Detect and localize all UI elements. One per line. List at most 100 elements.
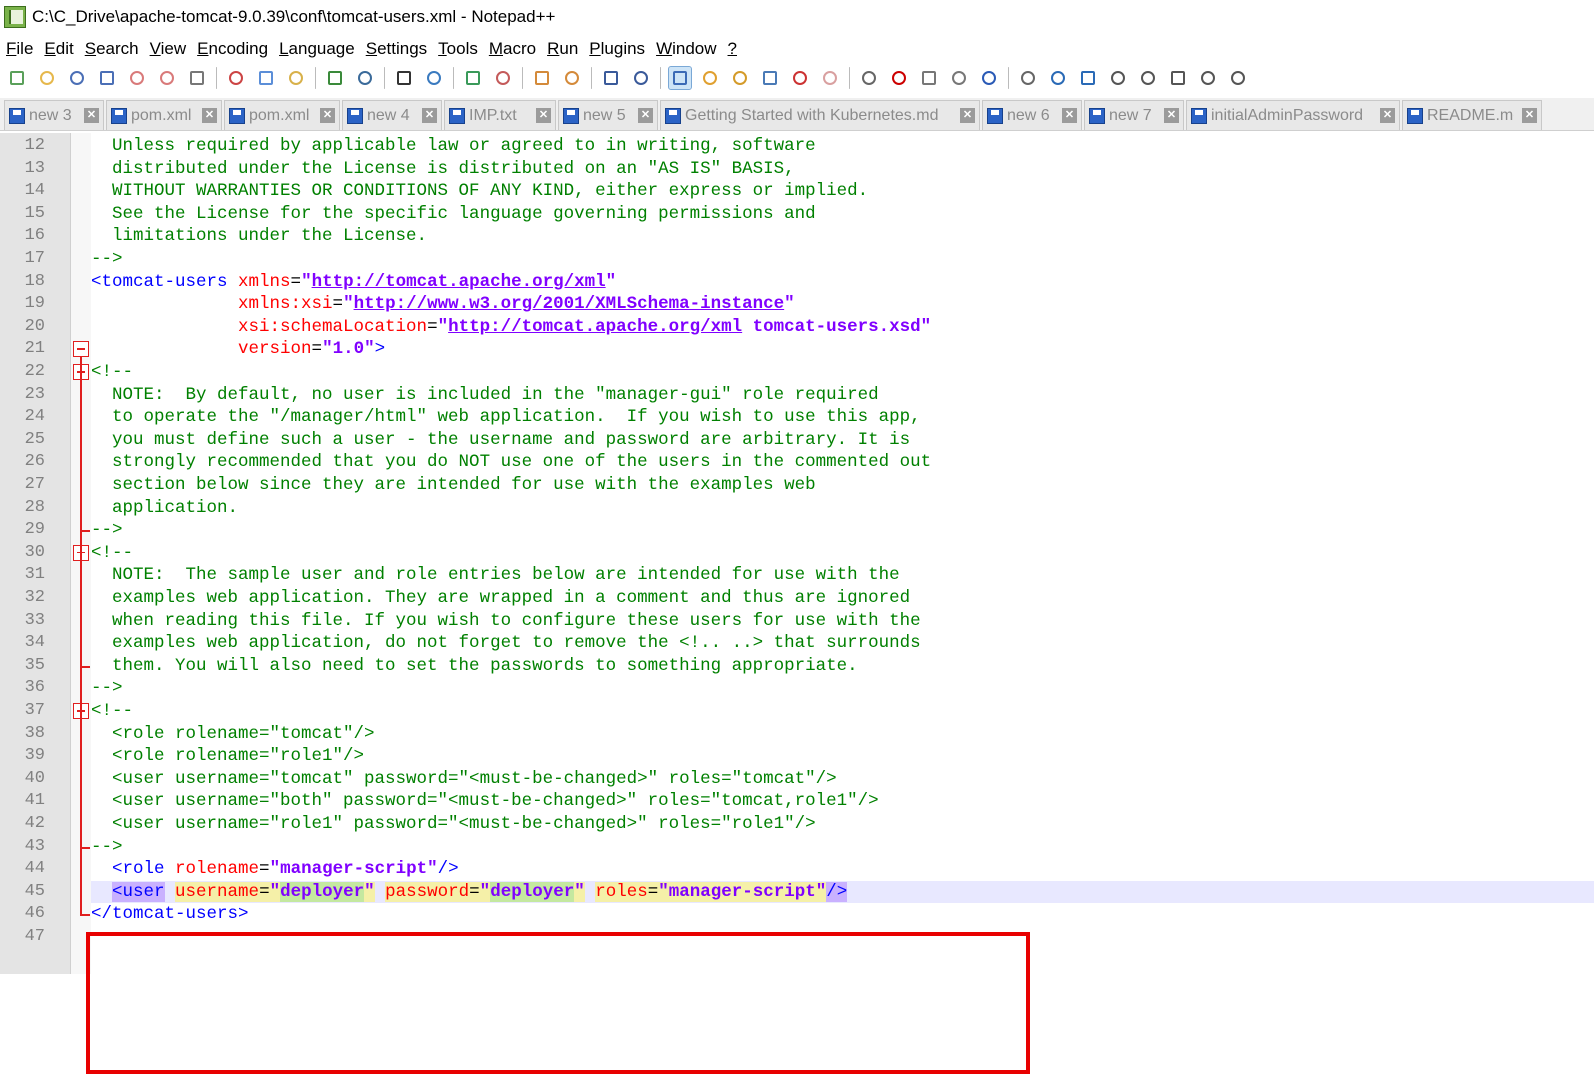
tab-close-icon[interactable]: ✕	[84, 108, 99, 123]
notepadpp-app-icon[interactable]	[4, 6, 26, 28]
monitoring-icon[interactable]	[819, 67, 841, 89]
code-line[interactable]: version="1.0">	[91, 338, 385, 361]
udl-icon[interactable]	[699, 67, 721, 89]
zoom-in-icon[interactable]	[462, 67, 484, 89]
code-line[interactable]: <role rolename="manager-script"/>	[91, 858, 459, 881]
code-line[interactable]: </tomcat-users>	[91, 903, 249, 926]
code-line[interactable]: See the License for the specific languag…	[91, 203, 816, 226]
code-line[interactable]: <tomcat-users xmlns="http://tomcat.apach…	[91, 271, 616, 294]
code-line[interactable]: NOTE: The sample user and role entries b…	[91, 564, 900, 587]
code-line[interactable]: <role rolename="role1"/>	[91, 745, 364, 768]
code-line[interactable]: -->	[91, 519, 123, 542]
folder-workspace-icon[interactable]	[789, 67, 811, 89]
code-line[interactable]: <!--	[91, 361, 133, 384]
menu-item-file[interactable]: File	[6, 39, 33, 59]
menu-item-language[interactable]: Language	[279, 39, 355, 59]
play-macro-icon[interactable]	[918, 67, 940, 89]
menu-item-view[interactable]: View	[150, 39, 187, 59]
code-line[interactable]: Unless required by applicable law or agr…	[91, 135, 816, 158]
tab-new-4[interactable]: new 4 ✕	[342, 100, 442, 130]
code-line[interactable]: xmlns:xsi="http://www.w3.org/2001/XMLSch…	[91, 293, 795, 316]
tab-close-icon[interactable]: ✕	[638, 108, 653, 123]
menu-item-window[interactable]: Window	[656, 39, 716, 59]
tab-close-icon[interactable]: ✕	[320, 108, 335, 123]
find-icon[interactable]	[393, 67, 415, 89]
tab-close-icon[interactable]: ✕	[960, 108, 975, 123]
tab-close-icon[interactable]: ✕	[1062, 108, 1077, 123]
menu-item-search[interactable]: Search	[85, 39, 139, 59]
tab-close-icon[interactable]: ✕	[1380, 108, 1395, 123]
code-line[interactable]: xsi:schemaLocation="http://tomcat.apache…	[91, 316, 931, 339]
code-line[interactable]: -->	[91, 677, 123, 700]
save-macro-icon[interactable]	[978, 67, 1000, 89]
tab-readme-md[interactable]: README.md ✕	[1402, 100, 1542, 130]
cut-icon[interactable]	[225, 67, 247, 89]
close-all-icon[interactable]	[156, 67, 178, 89]
code-line[interactable]: examples web application, do not forget …	[91, 632, 921, 655]
code-line[interactable]: <user username="deployer" password="depl…	[91, 881, 848, 904]
menu-item-plugins[interactable]: Plugins	[589, 39, 645, 59]
code-line[interactable]: distributed under the License is distrib…	[91, 158, 795, 181]
open-file-icon[interactable]	[36, 67, 58, 89]
menu-item-tools[interactable]: Tools	[438, 39, 478, 59]
tab-new-3[interactable]: new 3 ✕	[4, 100, 104, 130]
new-file-icon[interactable]	[6, 67, 28, 89]
save-icon[interactable]	[66, 67, 88, 89]
code-line[interactable]: <!--	[91, 542, 133, 565]
tab-close-icon[interactable]: ✕	[422, 108, 437, 123]
indent-guide-icon[interactable]	[668, 66, 692, 90]
icon-h[interactable]	[1227, 67, 1249, 89]
tab-pom-xml[interactable]: pom.xml ✕	[224, 100, 340, 130]
tab-new-6[interactable]: new 6 ✕	[982, 100, 1082, 130]
tab-close-icon[interactable]: ✕	[202, 108, 217, 123]
icon-d[interactable]	[1107, 67, 1129, 89]
menu-item-macro[interactable]: Macro	[489, 39, 536, 59]
menu-item-encoding[interactable]: Encoding	[197, 39, 268, 59]
code-line[interactable]: -->	[91, 248, 123, 271]
icon-g[interactable]	[1197, 67, 1219, 89]
tab-close-icon[interactable]: ✕	[536, 108, 551, 123]
code-line[interactable]: when reading this file. If you wish to c…	[91, 610, 921, 633]
icon-c[interactable]	[1077, 67, 1099, 89]
code-line[interactable]: <user username="tomcat" password="<must-…	[91, 768, 837, 791]
tab-new-7[interactable]: new 7 ✕	[1084, 100, 1184, 130]
code-line[interactable]: limitations under the License.	[91, 225, 427, 248]
tab-getting-started-with-kubernetes-md[interactable]: Getting Started with Kubernetes.md ✕	[660, 100, 980, 130]
menu-item-settings[interactable]: Settings	[366, 39, 427, 59]
paste-icon[interactable]	[285, 67, 307, 89]
function-list-icon[interactable]	[759, 67, 781, 89]
tab-new-5[interactable]: new 5 ✕	[558, 100, 658, 130]
code-line[interactable]: NOTE: By default, no user is included in…	[91, 384, 879, 407]
redo-icon[interactable]	[354, 67, 376, 89]
icon-b[interactable]	[1047, 67, 1069, 89]
code-line[interactable]: application.	[91, 497, 238, 520]
copy-icon[interactable]	[255, 67, 277, 89]
show-all-chars-icon[interactable]	[630, 67, 652, 89]
icon-f[interactable]	[1167, 67, 1189, 89]
replace-icon[interactable]	[423, 67, 445, 89]
print-icon[interactable]	[186, 67, 208, 89]
tab-pom-xml[interactable]: pom.xml ✕	[106, 100, 222, 130]
code-line[interactable]: to operate the "/manager/html" web appli…	[91, 406, 921, 429]
menu-item-help[interactable]: ?	[728, 39, 737, 59]
zoom-out-icon[interactable]	[492, 67, 514, 89]
sync-horizontal-icon[interactable]	[561, 67, 583, 89]
icon-e[interactable]	[1137, 67, 1159, 89]
sync-vertical-icon[interactable]	[531, 67, 553, 89]
menu-item-edit[interactable]: Edit	[44, 39, 73, 59]
fold-toggle-icon[interactable]	[73, 341, 89, 358]
tab-imp-txt[interactable]: IMP.txt ✕	[444, 100, 556, 130]
record-macro-icon[interactable]	[858, 67, 880, 89]
code-line[interactable]: <user username="both" password="<must-be…	[91, 790, 879, 813]
save-all-icon[interactable]	[96, 67, 118, 89]
code-line[interactable]: section below since they are intended fo…	[91, 474, 816, 497]
code-line[interactable]: WITHOUT WARRANTIES OR CONDITIONS OF ANY …	[91, 180, 868, 203]
stop-record-icon[interactable]	[888, 67, 910, 89]
code-line[interactable]: <role rolename="tomcat"/>	[91, 723, 375, 746]
word-wrap-icon[interactable]	[600, 67, 622, 89]
code-line[interactable]: examples web application. They are wrapp…	[91, 587, 910, 610]
code-line[interactable]: <user username="role1" password="<must-b…	[91, 813, 816, 836]
tab-initialadminpassword[interactable]: initialAdminPassword ✕	[1186, 100, 1400, 130]
code-line[interactable]: -->	[91, 836, 123, 859]
icon-a[interactable]	[1017, 67, 1039, 89]
